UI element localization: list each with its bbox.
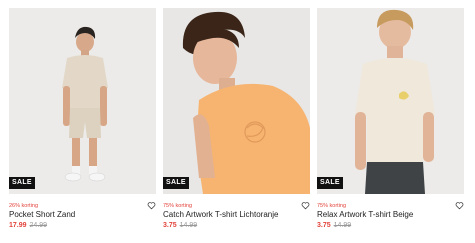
- product-name[interactable]: Relax Artwork T-shirt Beige: [317, 210, 413, 220]
- product-photo-relax-artwork-tshirt: [317, 8, 464, 194]
- product-name[interactable]: Catch Artwork T-shirt Lichtoranje: [163, 210, 278, 220]
- discount-label: 75% korting: [163, 203, 193, 209]
- heart-outline-icon[interactable]: [301, 201, 310, 210]
- heart-outline-icon[interactable]: [147, 201, 156, 210]
- product-photo-pocket-short: [9, 8, 156, 194]
- original-price: 24.99: [29, 222, 48, 229]
- product-name[interactable]: Pocket Short Zand: [9, 210, 75, 220]
- product-card[interactable]: SALE 26% korting Pocket Short Zand 17.99…: [9, 8, 156, 229]
- sale-price: 17.99: [9, 222, 27, 229]
- original-price: 14.99: [333, 222, 352, 229]
- original-price: 14.99: [179, 222, 198, 229]
- product-image[interactable]: SALE: [317, 8, 464, 194]
- product-card[interactable]: SALE 75% korting Relax Artwork T-shirt B…: [317, 8, 464, 229]
- product-image[interactable]: SALE: [163, 8, 310, 194]
- product-photo-catch-artwork-tshirt: [163, 8, 310, 194]
- sale-badge: SALE: [9, 177, 35, 189]
- price-row: 3.75 14.99: [317, 221, 351, 230]
- discount-label: 75% korting: [317, 203, 347, 209]
- sale-price: 3.75: [317, 222, 331, 229]
- price-row: 3.75 14.99: [163, 221, 197, 230]
- sale-badge: SALE: [317, 177, 343, 189]
- product-grid: SALE 26% korting Pocket Short Zand 17.99…: [0, 0, 475, 243]
- sale-price: 3.75: [163, 222, 177, 229]
- product-card[interactable]: SALE 75% korting Catch Artwork T-shirt L…: [163, 8, 310, 229]
- heart-outline-icon[interactable]: [455, 201, 464, 210]
- sale-badge: SALE: [163, 177, 189, 189]
- product-image[interactable]: SALE: [9, 8, 156, 194]
- price-row: 17.99 24.99: [9, 221, 47, 230]
- discount-label: 26% korting: [9, 203, 39, 209]
